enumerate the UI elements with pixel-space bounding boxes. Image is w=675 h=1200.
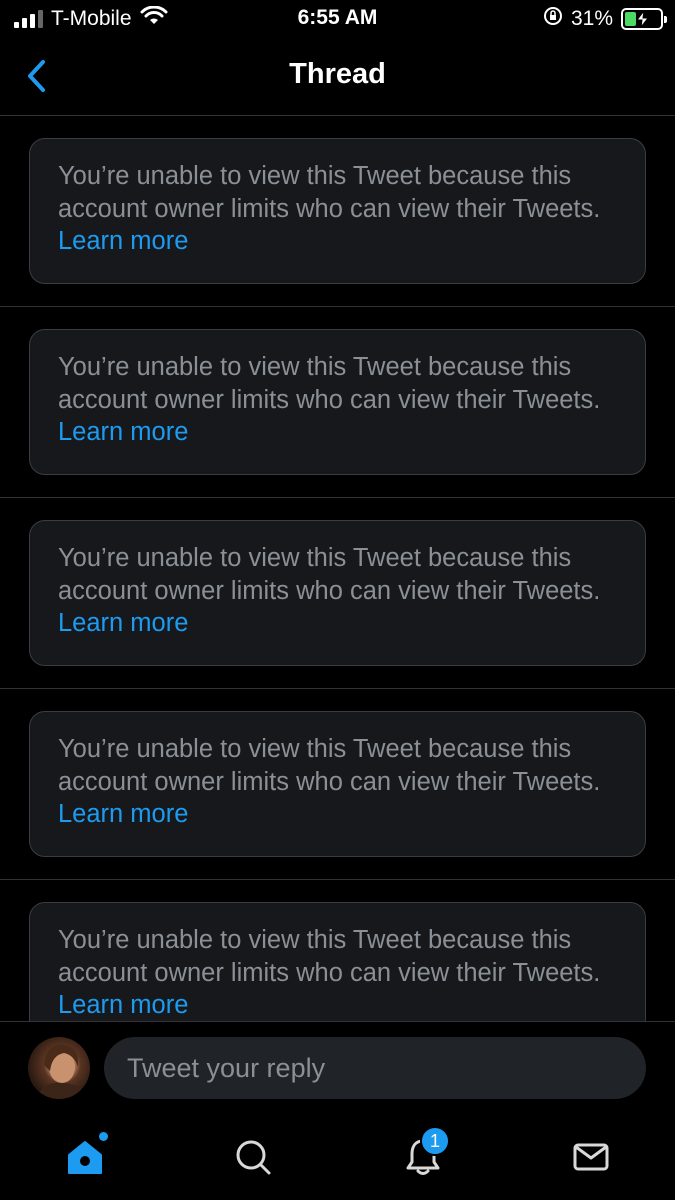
restricted-tweet-notice: You’re unable to view this Tweet because… [29, 520, 646, 666]
status-right: 31% [543, 6, 667, 32]
mail-icon [573, 1143, 609, 1171]
restricted-tweet-notice: You’re unable to view this Tweet because… [29, 138, 646, 284]
learn-more-link[interactable]: Learn more [58, 609, 188, 637]
tab-home[interactable] [60, 1132, 110, 1182]
home-icon [68, 1141, 102, 1174]
learn-more-link[interactable]: Learn more [58, 227, 188, 255]
tab-notifications[interactable]: 1 [398, 1126, 450, 1182]
thread-feed-list: You’re unable to view this Tweet because… [0, 116, 675, 1022]
tab-search[interactable] [228, 1132, 278, 1182]
page-title: Thread [289, 58, 386, 90]
learn-more-link[interactable]: Learn more [58, 418, 188, 446]
learn-more-link[interactable]: Learn more [58, 991, 188, 1019]
search-icon [236, 1140, 271, 1175]
tweet-row: You’re unable to view this Tweet because… [0, 498, 675, 689]
notice-text: You’re unable to view this Tweet because… [58, 353, 601, 414]
thread-screen: T-Mobile 6:55 AM 31% Thread You’re unabl… [0, 0, 675, 1200]
orientation-lock-icon [543, 6, 563, 32]
tab-bar: 1 [0, 1114, 675, 1200]
notice-text: You’re unable to view this Tweet because… [58, 162, 601, 223]
home-unread-dot [99, 1132, 108, 1141]
reply-input[interactable] [104, 1037, 646, 1099]
restricted-tweet-notice: You’re unable to view this Tweet because… [29, 329, 646, 475]
notification-badge: 1 [420, 1126, 450, 1156]
tweet-row: You’re unable to view this Tweet because… [0, 116, 675, 307]
battery-charging-icon [621, 8, 667, 30]
learn-more-link[interactable]: Learn more [58, 800, 188, 828]
tweet-row: You’re unable to view this Tweet because… [0, 880, 675, 1022]
tab-messages[interactable] [566, 1132, 616, 1182]
tweet-row: You’re unable to view this Tweet because… [0, 689, 675, 880]
battery-percent: 31% [570, 7, 613, 30]
notice-text: You’re unable to view this Tweet because… [58, 544, 601, 605]
restricted-tweet-notice: You’re unable to view this Tweet because… [29, 711, 646, 857]
notice-text: You’re unable to view this Tweet because… [58, 926, 601, 987]
restricted-tweet-notice: You’re unable to view this Tweet because… [29, 902, 646, 1022]
tweet-row: You’re unable to view this Tweet because… [0, 307, 675, 498]
reply-bar [0, 1021, 675, 1114]
thread-feed[interactable]: You’re unable to view this Tweet because… [0, 116, 675, 1022]
status-bar: T-Mobile 6:55 AM 31% [0, 0, 675, 40]
notice-text: You’re unable to view this Tweet because… [58, 735, 601, 796]
avatar[interactable] [28, 1037, 90, 1099]
nav-bar: Thread [0, 40, 675, 116]
